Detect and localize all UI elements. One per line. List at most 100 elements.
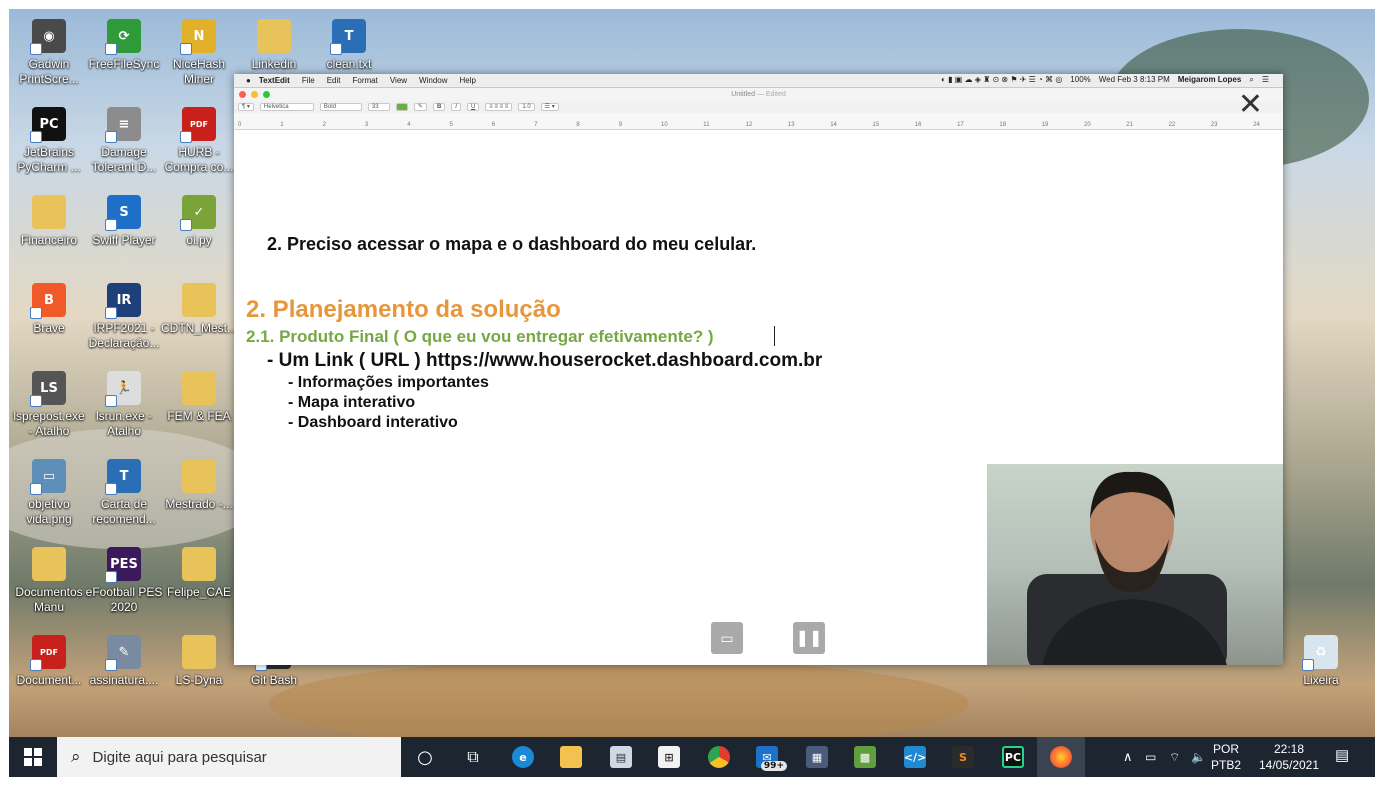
taskbar-firefox[interactable]: [1037, 737, 1085, 777]
desktop-icon[interactable]: ✓ oi.py: [159, 189, 239, 271]
paragraph-style-select[interactable]: ¶ ▾: [238, 103, 254, 111]
desktop-icon[interactable]: PC JetBrains PyCharm ...: [9, 101, 89, 183]
taskbar-edge[interactable]: e: [499, 737, 547, 777]
menu-edit[interactable]: Edit: [327, 76, 341, 85]
line-spacing-select[interactable]: 1.0: [518, 103, 535, 111]
spotlight-icon[interactable]: ⌕: [1249, 75, 1253, 85]
desktop-icon-label: HURB - Compra co...: [164, 145, 234, 174]
mac-minimize-dot[interactable]: [251, 91, 258, 98]
status-icons[interactable]: ◐ ▮ ▣ ☁ ◈ ♜ ⊙ ⊗ ⚑ ✈ ☰ ◔ ⌘ ◎: [941, 75, 1062, 85]
close-share-icon[interactable]: ✕: [1238, 90, 1263, 120]
desktop-icon[interactable]: PDF HURB - Compra co...: [159, 101, 239, 183]
desktop-icon[interactable]: T Carta de recomend...: [84, 453, 164, 535]
list-style-select[interactable]: ☰ ▾: [540, 103, 559, 111]
desktop-icon[interactable]: N NiceHash Miner: [159, 13, 239, 95]
action-center-icon[interactable]: ▤: [1335, 748, 1349, 764]
input-language[interactable]: POR PTB2: [1211, 741, 1241, 773]
desktop-icon[interactable]: 🏃 lsrun.exe - Atalho: [84, 365, 164, 447]
screen-share-toggle-button[interactable]: ▭: [711, 622, 743, 654]
taskbar-sublime[interactable]: S: [939, 737, 987, 777]
desktop-icon[interactable]: CDTN_Mest...: [159, 277, 239, 359]
cortana-button[interactable]: ○: [401, 737, 449, 777]
desktop-icon[interactable]: IR IRPF2021 - Declaração...: [84, 277, 164, 359]
menu-window[interactable]: Window: [419, 76, 447, 85]
desktop-icon-label: FreeFileSync: [88, 57, 160, 71]
volume-icon[interactable]: 🔈: [1191, 749, 1206, 765]
taskbar-mail[interactable]: ✉ 99+: [743, 737, 791, 777]
ruler-tick: 5: [449, 122, 453, 128]
desktop-icon[interactable]: ▭ objetivo vida.png: [9, 453, 89, 535]
menu-format[interactable]: Format: [353, 76, 378, 85]
window-title: Untitled: [731, 91, 755, 98]
desktop-icon[interactable]: PES eFootball PES 2020: [84, 541, 164, 623]
taskbar-minecraft[interactable]: ▩: [841, 737, 889, 777]
lsprepost-icon: LS: [30, 371, 66, 407]
desktop-icon[interactable]: ◉ Gadwin PrintScre...: [9, 13, 89, 95]
mac-close-dot[interactable]: [239, 91, 246, 98]
doc-bullet-3: - Dashboard interativo: [288, 414, 458, 431]
language-code: POR: [1212, 742, 1239, 756]
desktop-icon[interactable]: ⟳ FreeFileSync: [84, 13, 164, 95]
desktop-icon-label: Documentos Manu: [15, 585, 83, 614]
ruler-tick: 14: [830, 122, 837, 128]
menu-help[interactable]: Help: [460, 76, 476, 85]
taskbar-vscode[interactable]: </>: [891, 737, 939, 777]
desktop-icon[interactable]: LS-Dyna: [159, 629, 239, 711]
desktop-icon[interactable]: ✎ assinatura....: [84, 629, 164, 711]
desktop-icon-label: IRPF2021 - Declaração...: [88, 321, 160, 350]
italic-button[interactable]: I: [451, 103, 461, 111]
taskbar-clock[interactable]: 22:18 14/05/2021: [1253, 741, 1325, 773]
desktop-icon[interactable]: S Swiff Player: [84, 189, 164, 271]
desktop-icon-label: Financeiro: [20, 233, 78, 247]
mac-zoom-dot[interactable]: [263, 91, 270, 98]
desktop-icon[interactable]: ♻ Lixeira: [1281, 629, 1361, 711]
desktop-icon[interactable]: Documentos Manu: [9, 541, 89, 623]
edge-icon: e: [512, 746, 534, 768]
desktop-icon-label: CDTN_Mest...: [160, 321, 237, 335]
font-family-select[interactable]: Helvetica: [259, 103, 314, 111]
desktop-icon[interactable]: FEM & FEA: [159, 365, 239, 447]
wifi-icon[interactable]: ⌔: [1169, 749, 1180, 765]
font-style-select[interactable]: Bold: [319, 103, 362, 111]
taskbar-pycharm[interactable]: PC: [989, 737, 1037, 777]
taskbar-file-explorer[interactable]: [547, 737, 595, 777]
menu-textedit[interactable]: TextEdit: [259, 76, 290, 85]
taskbar-files[interactable]: ▤: [597, 737, 645, 777]
taskbar-store[interactable]: ⊞: [645, 737, 693, 777]
menu-file[interactable]: File: [302, 76, 315, 85]
desktop-icon-label: Felipe_CAE: [166, 585, 232, 599]
desktop-icon[interactable]: Financeiro: [9, 189, 89, 271]
desktop-icon[interactable]: PDF Document...: [9, 629, 89, 711]
menu-view[interactable]: View: [390, 76, 407, 85]
start-button[interactable]: [9, 737, 57, 777]
bold-button[interactable]: B: [432, 103, 446, 111]
highlight-color-swatch[interactable]: ✎: [413, 103, 427, 111]
pause-button[interactable]: ❚❚: [793, 622, 825, 654]
battery-percent[interactable]: 100%: [1070, 75, 1090, 85]
alignment-buttons[interactable]: ≡ ≡ ≡ ≡: [485, 103, 513, 111]
ruler-tick: 9: [618, 122, 623, 128]
apple-icon[interactable]: ●: [246, 76, 251, 85]
desktop-icon[interactable]: Felipe_CAE: [159, 541, 239, 623]
taskbar-chrome[interactable]: [695, 737, 743, 777]
notification-center-icon[interactable]: ☰: [1262, 75, 1269, 85]
desktop-icon[interactable]: ≡ Damage Tolerant D...: [84, 101, 164, 183]
underline-button[interactable]: U: [466, 103, 480, 111]
ruler[interactable]: 0 1 2 3 4 5 6 7 8 9 10 11 12 13 14 15 16 17 18 19 20 21 22 23 24: [234, 113, 1283, 130]
text-color-swatch[interactable]: [395, 103, 408, 111]
battery-icon[interactable]: ▭: [1145, 749, 1156, 765]
taskbar-app-grid[interactable]: ▦: [793, 737, 841, 777]
mac-user-name[interactable]: Meigarom Lopes: [1178, 75, 1242, 85]
task-view-button[interactable]: ⧉: [449, 737, 497, 777]
desktop-icon[interactable]: LS lsprepost.exe - Atalho: [9, 365, 89, 447]
desktop-icon[interactable]: Mestrado -...: [159, 453, 239, 535]
ruler-tick: 13: [787, 122, 795, 128]
desktop-icon[interactable]: B Brave: [9, 277, 89, 359]
mac-clock[interactable]: Wed Feb 3 8:13 PM: [1099, 75, 1170, 85]
pdf-icon: PDF: [180, 107, 216, 143]
ruler-tick: 10: [661, 122, 668, 128]
font-size-select[interactable]: 33: [367, 103, 390, 111]
taskbar-search-box[interactable]: ⌕ Digite aqui para pesquisar: [57, 737, 401, 777]
tray-overflow-icon[interactable]: ∧: [1123, 749, 1133, 765]
ruler-tick: 0: [238, 122, 242, 128]
